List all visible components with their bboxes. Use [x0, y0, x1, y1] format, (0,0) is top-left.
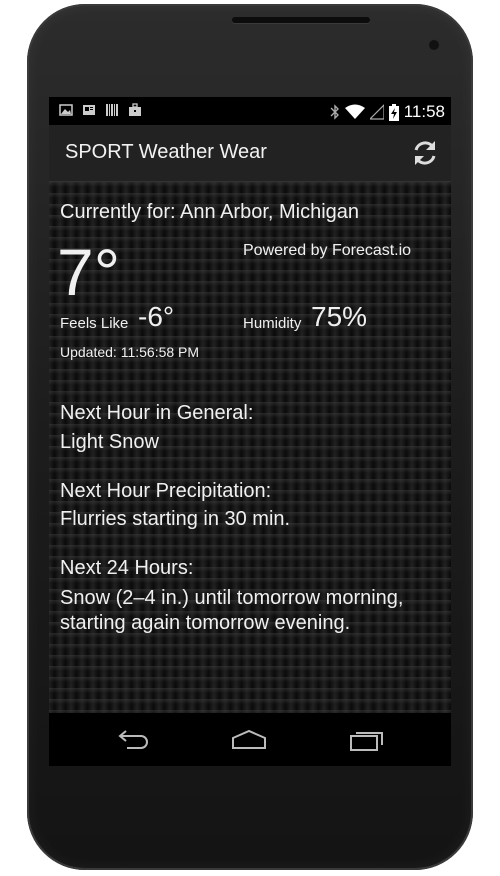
system-status-icons: 11:58 [330, 102, 445, 122]
feels-like-value: -6° [138, 301, 175, 332]
news-icon [83, 105, 95, 115]
battery-charging-icon [388, 103, 399, 121]
next-hour-precipitation-label: Next Hour Precipitation: [60, 480, 272, 502]
next-24-hours-value: Snow (2–4 in.) until tomorrow morning, s… [60, 587, 404, 634]
next-24-hours-label: Next 24 Hours: [60, 557, 194, 579]
notification-icons [59, 103, 142, 117]
humidity-value: 75% [311, 301, 368, 332]
next-hour-general-label: Next Hour in General: [60, 402, 254, 424]
briefcase-icon [129, 103, 141, 116]
location-line: Currently for: Ann Arbor, Michigan [60, 201, 360, 223]
signal-icon [369, 104, 384, 120]
status-time: 11:58 [403, 102, 445, 121]
home-icon[interactable] [229, 726, 269, 754]
app-title: SPORT Weather Wear [65, 141, 267, 163]
navigation-bar [49, 714, 451, 766]
recent-apps-icon[interactable] [347, 726, 387, 754]
phone-speaker [232, 17, 370, 23]
phone-camera [429, 40, 439, 50]
bluetooth-icon [330, 104, 339, 120]
next-hour-general-value: Light Snow [60, 431, 159, 453]
image-icon [59, 104, 73, 116]
feels-like-label: Feels Like [60, 315, 129, 332]
weather-content: Currently for: Ann Arbor, Michigan Power… [49, 182, 451, 713]
humidity-label: Humidity [243, 315, 302, 332]
back-icon[interactable] [113, 726, 153, 754]
barcode-icon [106, 104, 118, 116]
status-bar: 11:58 [49, 97, 451, 125]
wifi-icon [344, 104, 365, 119]
action-bar: SPORT Weather Wear [49, 125, 451, 182]
screen: 11:58 SPORT Weather Wear Currently for: … [49, 97, 451, 766]
updated-timestamp: Updated: 11:56:58 PM [60, 344, 200, 360]
refresh-icon[interactable] [409, 137, 441, 169]
powered-by-label: Powered by Forecast.io [243, 242, 412, 259]
current-temperature: 7° [57, 235, 121, 309]
next-hour-precipitation-value: Flurries starting in 30 min. [60, 508, 291, 530]
